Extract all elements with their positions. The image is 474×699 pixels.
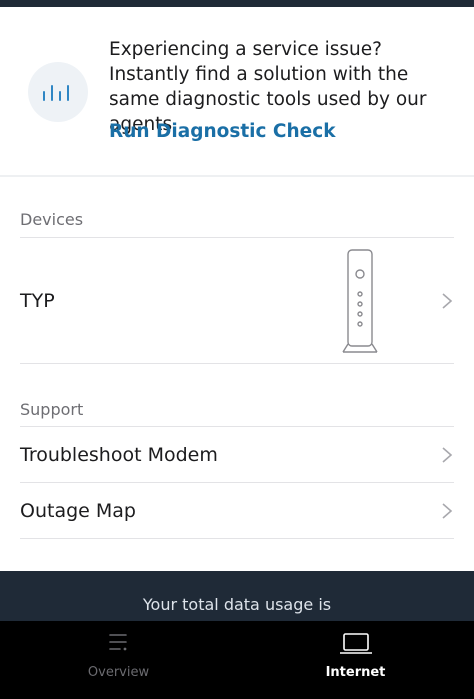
data-usage-banner[interactable]: Your total data usage is — [0, 571, 474, 621]
overview-icon — [109, 634, 127, 651]
divider — [20, 363, 454, 364]
tab-internet[interactable]: Internet — [237, 621, 474, 699]
outage-map-label: Outage Map — [20, 500, 136, 522]
tab-overview[interactable]: Overview — [0, 621, 237, 699]
troubleshoot-modem-row[interactable]: Troubleshoot Modem — [0, 427, 474, 482]
device-row-typ[interactable]: TYP — [0, 238, 474, 363]
section-divider — [0, 175, 474, 177]
top-status-strip — [0, 0, 474, 7]
tab-internet-label: Internet — [325, 665, 386, 680]
outage-map-row[interactable]: Outage Map — [0, 483, 474, 538]
run-diagnostic-check-link[interactable]: Run Diagnostic Check — [109, 121, 336, 142]
bottom-tab-bar: Overview Internet — [0, 621, 474, 699]
data-usage-text: Your total data usage is — [142, 595, 332, 614]
chevron-right-icon — [442, 447, 453, 463]
divider — [20, 538, 454, 539]
troubleshoot-modem-label: Troubleshoot Modem — [20, 444, 218, 466]
signal-bars-icon — [28, 62, 88, 122]
device-name: TYP — [20, 290, 55, 312]
support-section-label: Support — [20, 400, 84, 419]
devices-section-label: Devices — [20, 210, 84, 229]
chevron-right-icon — [442, 293, 453, 309]
tab-overview-label: Overview — [87, 665, 150, 680]
modem-icon — [342, 249, 378, 353]
laptop-icon — [340, 633, 372, 654]
chevron-right-icon — [442, 503, 453, 519]
diagnostic-promo-card: Experiencing a service issue? Instantly … — [0, 7, 474, 175]
